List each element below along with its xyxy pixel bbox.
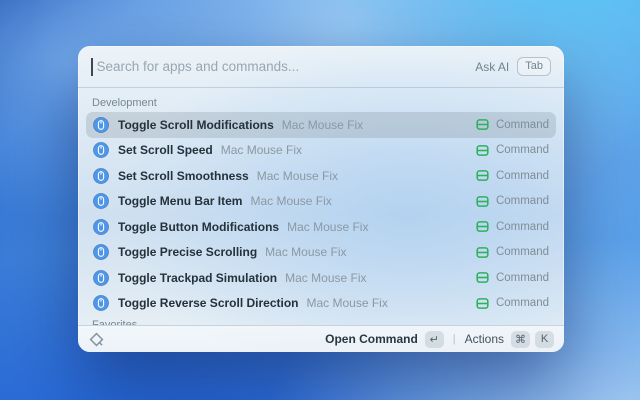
mac-mouse-fix-app-icon xyxy=(93,168,109,184)
command-subtitle: Mac Mouse Fix xyxy=(285,271,366,285)
command-title: Toggle Precise Scrolling xyxy=(118,245,257,259)
command-type-icon xyxy=(476,220,489,233)
command-subtitle: Mac Mouse Fix xyxy=(282,118,363,132)
section-header-favorites: Favorites xyxy=(86,316,556,325)
command-title: Toggle Menu Bar Item xyxy=(118,194,242,208)
tab-key-badge[interactable]: Tab xyxy=(517,57,551,76)
mac-mouse-fix-app-icon xyxy=(93,270,109,286)
command-type-label: Command xyxy=(496,246,549,258)
command-type-icon xyxy=(476,271,489,284)
open-command-button[interactable]: Open Command xyxy=(325,332,418,346)
list-item[interactable]: Set Scroll Speed Mac Mouse Fix Command xyxy=(86,138,556,164)
command-type-icon xyxy=(476,246,489,259)
command-type-label: Command xyxy=(496,272,549,284)
command-key-badge[interactable]: ⌘ xyxy=(511,331,530,348)
command-type-label: Command xyxy=(496,119,549,131)
command-type-label: Command xyxy=(496,297,549,309)
launcher-window: Ask AI Tab Development Toggle Scroll Mod… xyxy=(78,46,564,352)
list-item[interactable]: Toggle Trackpad Simulation Mac Mouse Fix… xyxy=(86,265,556,291)
footer-bar: Open Command ↵ | Actions ⌘ K xyxy=(78,325,564,352)
list-item[interactable]: Toggle Reverse Scroll Direction Mac Mous… xyxy=(86,291,556,317)
command-subtitle: Mac Mouse Fix xyxy=(287,220,368,234)
command-type-label: Command xyxy=(496,195,549,207)
command-type-icon xyxy=(476,195,489,208)
mac-mouse-fix-app-icon xyxy=(93,117,109,133)
list-item[interactable]: Set Scroll Smoothness Mac Mouse Fix Comm… xyxy=(86,163,556,189)
mac-mouse-fix-app-icon xyxy=(93,219,109,235)
command-title: Toggle Trackpad Simulation xyxy=(118,271,277,285)
list-item[interactable]: Toggle Precise Scrolling Mac Mouse Fix C… xyxy=(86,240,556,266)
command-title: Toggle Scroll Modifications xyxy=(118,118,274,132)
command-subtitle: Mac Mouse Fix xyxy=(307,296,388,310)
command-type-icon xyxy=(476,297,489,310)
command-subtitle: Mac Mouse Fix xyxy=(250,194,331,208)
ask-ai-label: Ask AI xyxy=(475,60,509,74)
command-title: Set Scroll Speed xyxy=(118,143,213,157)
list-item[interactable]: Toggle Button Modifications Mac Mouse Fi… xyxy=(86,214,556,240)
command-type-icon xyxy=(476,169,489,182)
command-subtitle: Mac Mouse Fix xyxy=(265,245,346,259)
command-type-label: Command xyxy=(496,221,549,233)
command-title: Toggle Button Modifications xyxy=(118,220,279,234)
list-item[interactable]: Toggle Menu Bar Item Mac Mouse Fix Comma… xyxy=(86,189,556,215)
actions-button[interactable]: Actions xyxy=(465,332,504,346)
command-title: Toggle Reverse Scroll Direction xyxy=(118,296,299,310)
search-bar[interactable]: Ask AI Tab xyxy=(78,46,564,87)
search-input[interactable] xyxy=(97,59,476,74)
command-subtitle: Mac Mouse Fix xyxy=(221,143,302,157)
section-header-development: Development xyxy=(86,94,556,112)
mac-mouse-fix-app-icon xyxy=(93,244,109,260)
raycast-logo-icon xyxy=(88,331,105,348)
command-type-label: Command xyxy=(496,144,549,156)
development-rows: Toggle Scroll Modifications Mac Mouse Fi… xyxy=(86,112,556,316)
command-list[interactable]: Development Toggle Scroll Modifications … xyxy=(78,88,564,325)
mac-mouse-fix-app-icon xyxy=(93,193,109,209)
command-type-label: Command xyxy=(496,170,549,182)
command-title: Set Scroll Smoothness xyxy=(118,169,249,183)
mac-mouse-fix-app-icon xyxy=(93,142,109,158)
list-item[interactable]: Toggle Scroll Modifications Mac Mouse Fi… xyxy=(86,112,556,138)
return-key-badge[interactable]: ↵ xyxy=(425,331,444,348)
command-subtitle: Mac Mouse Fix xyxy=(257,169,338,183)
command-type-icon xyxy=(476,144,489,157)
mac-mouse-fix-app-icon xyxy=(93,295,109,311)
text-caret xyxy=(91,58,93,76)
command-type-icon xyxy=(476,118,489,131)
footer-divider: | xyxy=(453,333,456,345)
k-key-badge[interactable]: K xyxy=(535,331,554,348)
